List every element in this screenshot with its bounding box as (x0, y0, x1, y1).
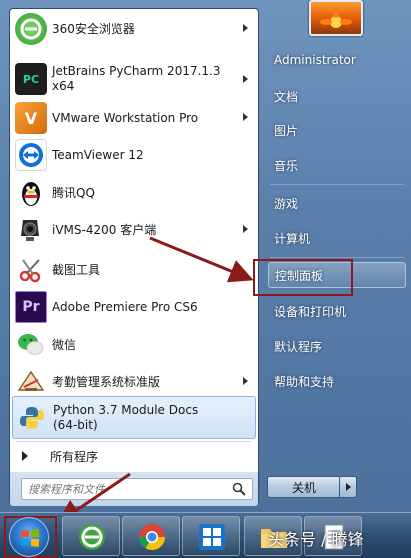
program-label: 360安全浏览器 (52, 21, 135, 36)
program-label: JetBrains PyCharm 2017.1.3 x64 (52, 64, 221, 93)
pycharm-glyph: PC (22, 72, 40, 86)
places-item-games[interactable]: 游戏 (268, 190, 406, 216)
places-item-music[interactable]: 音乐 (268, 152, 406, 178)
places-item-pictures[interactable]: 图片 (268, 117, 406, 143)
pycharm-icon: PC (15, 63, 47, 95)
360-browser-taskbar-icon (79, 524, 105, 550)
all-programs-button[interactable]: 所有程序 (10, 442, 258, 470)
start-tiles-taskbar-icon (199, 524, 225, 550)
shutdown-options-button[interactable] (339, 476, 357, 498)
program-item-wechat[interactable]: 微信 (10, 327, 258, 363)
program-item-attendance[interactable]: 考勤管理系统标准版 (10, 364, 258, 400)
submenu-arrow-icon (243, 113, 248, 121)
program-item-qq[interactable]: 腾讯QQ (10, 175, 258, 211)
program-item-teamviewer[interactable]: TeamViewer 12 (10, 137, 258, 173)
taskbar: 头条号 / 腾锋 (0, 512, 411, 558)
program-label: 微信 (52, 337, 77, 352)
search-box[interactable] (21, 478, 253, 500)
places-item-documents[interactable]: 文档 (268, 83, 406, 109)
program-label: Python 3.7 Module Docs (64-bit) (53, 402, 199, 432)
program-label: 腾讯QQ (52, 185, 95, 200)
program-item-premiere[interactable]: Pr Adobe Premiere Pro CS6 (10, 289, 258, 325)
program-item-vmware[interactable]: V VMware Workstation Pro (10, 100, 258, 136)
premiere-icon: Pr (15, 291, 47, 323)
search-icon[interactable] (232, 482, 246, 496)
attendance-app-icon (15, 366, 47, 398)
ivms-camera-icon (15, 214, 47, 246)
shutdown-button[interactable]: 关机 (267, 476, 341, 498)
program-label: 截图工具 (52, 262, 101, 277)
program-label: TeamViewer 12 (52, 147, 144, 162)
submenu-arrow-icon (243, 24, 248, 32)
windows-logo-icon (21, 529, 39, 547)
places-item-computer[interactable]: 计算机 (268, 225, 406, 251)
program-item-360-browser[interactable]: 360安全浏览器 (10, 11, 258, 47)
start-menu: 360安全浏览器 PC JetBrains PyCharm 2017.1.3 x… (0, 0, 411, 512)
program-item-ivms[interactable]: iVMS-4200 客户端 (10, 212, 258, 248)
360-browser-icon (15, 13, 47, 45)
program-label: VMware Workstation Pro (52, 110, 199, 125)
premiere-glyph: Pr (22, 299, 40, 315)
submenu-arrow-icon (243, 75, 248, 83)
taskbar-item-360-browser[interactable] (62, 516, 120, 556)
watermark: 头条号 / 腾锋 (268, 530, 364, 549)
teamviewer-icon (15, 139, 47, 171)
submenu-arrow-icon (243, 377, 248, 385)
user-avatar[interactable] (309, 0, 363, 36)
places-item-administrator[interactable]: Administrator (268, 47, 406, 73)
annotation-highlight-box (253, 259, 353, 296)
vmware-glyph: V (24, 108, 38, 128)
program-label: 考勤管理系统标准版 (52, 374, 161, 389)
program-item-pycharm[interactable]: PC JetBrains PyCharm 2017.1.3 x64 (10, 59, 258, 99)
places-item-default-programs[interactable]: 默认程序 (268, 333, 406, 359)
start-button[interactable] (9, 517, 49, 557)
divider (270, 257, 404, 258)
program-item-python-docs[interactable]: Python 3.7 Module Docs (64-bit) (12, 396, 256, 439)
program-label: Adobe Premiere Pro CS6 (52, 299, 198, 314)
taskbar-item-start-tiles[interactable] (182, 516, 240, 556)
vmware-icon: V (15, 102, 47, 134)
program-item-snipping-tool[interactable]: 截图工具 (10, 252, 258, 288)
all-programs-label: 所有程序 (50, 450, 99, 464)
search-area (10, 472, 258, 506)
programs-pane: 360安全浏览器 PC JetBrains PyCharm 2017.1.3 x… (9, 8, 259, 506)
places-item-help-support[interactable]: 帮助和支持 (268, 368, 406, 394)
scissors-icon (15, 254, 47, 286)
taskbar-item-chrome[interactable] (122, 516, 180, 556)
places-item-devices-printers[interactable]: 设备和打印机 (268, 298, 406, 324)
chrome-taskbar-icon (138, 524, 166, 551)
qq-penguin-icon (15, 177, 47, 209)
search-input[interactable] (28, 481, 223, 497)
places-pane: Administrator 文档 图片 音乐 游戏 计算机 控制面板 设备和打印… (262, 0, 411, 512)
program-label: iVMS-4200 客户端 (52, 222, 157, 237)
submenu-arrow-icon (243, 225, 248, 233)
python-icon (16, 402, 48, 434)
expand-triangle-icon (22, 451, 28, 461)
divider (270, 184, 404, 185)
flower-icon (320, 6, 352, 28)
wechat-icon (15, 329, 47, 361)
